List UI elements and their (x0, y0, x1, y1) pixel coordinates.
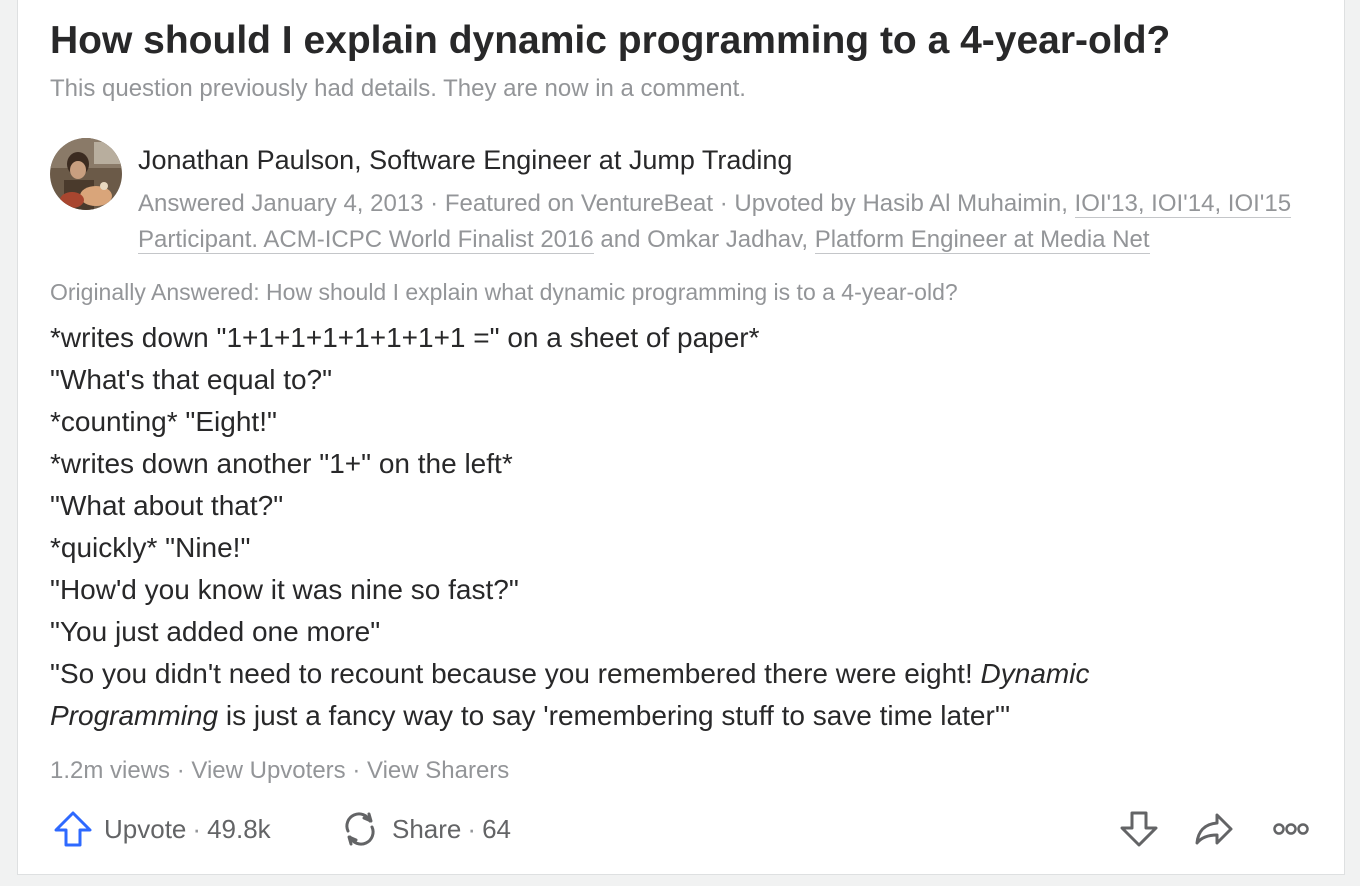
view-sharers-link[interactable]: View Sharers (367, 757, 509, 784)
answer-stats: 1.2m views · View Upvoters · View Sharer… (50, 754, 509, 788)
author-avatar[interactable] (50, 138, 122, 210)
question-title[interactable]: How should I explain dynamic programming… (50, 16, 1170, 66)
upvote-button[interactable]: Upvote · 49.8k (52, 805, 271, 853)
upvote-label: Upvote (104, 813, 187, 844)
upvoted-by-text[interactable]: Upvoted by Hasib Al Muhaimin, (734, 190, 1074, 217)
answer-line: *writes down another "1+" on the left* (50, 448, 513, 479)
upvote-separator: · (192, 813, 202, 844)
views-count: 1.2m views (50, 757, 171, 784)
stats-separator: · (345, 757, 367, 784)
view-upvoters-link[interactable]: View Upvoters (191, 757, 345, 784)
answer-line: *counting* "Eight!" (50, 406, 277, 437)
answer-line: "You just added one more" (50, 616, 381, 647)
originally-answered-link[interactable]: Originally Answered: How should I explai… (50, 276, 958, 308)
upvoter-credential-link[interactable]: Platform Engineer at Media Net (814, 226, 1150, 254)
question-details-note: This question previously had details. Th… (50, 75, 746, 102)
answer-line: "How'd you know it was nine so fast?" (50, 574, 519, 605)
answer-card: How should I explain dynamic programming… (17, 0, 1345, 875)
share-button[interactable]: Share · 64 (340, 805, 511, 853)
share-cycle-icon (340, 809, 380, 849)
share-count: 64 (482, 813, 511, 844)
more-options-icon (1270, 819, 1312, 839)
author-name[interactable]: Jonathan Paulson, Software Engineer at J… (138, 143, 792, 177)
action-bar: Upvote · 49.8k Share · 64 (18, 805, 1346, 853)
stats-separator: · (170, 757, 192, 784)
featured-on[interactable]: Featured on VentureBeat (445, 190, 713, 217)
upvote-arrow-icon (52, 809, 94, 849)
answer-line: *writes down "1+1+1+1+1+1+1+1 =" on a sh… (50, 322, 760, 353)
upvote-count: 49.8k (207, 813, 271, 844)
answered-date[interactable]: Answered January 4, 2013 (138, 190, 424, 217)
share-separator: · (467, 813, 477, 844)
answer-body: *writes down "1+1+1+1+1+1+1+1 =" on a sh… (50, 317, 1150, 737)
more-options-button[interactable] (1269, 809, 1313, 849)
meta-separator: · (423, 190, 445, 217)
answer-line: "What's that equal to?" (50, 364, 333, 395)
answer-line: "So you didn't need to recount because y… (50, 653, 1150, 737)
upvoted-by-and-text[interactable]: and Omkar Jadhav, (594, 226, 815, 253)
forward-button[interactable] (1192, 809, 1236, 849)
answer-line: "What about that?" (50, 490, 284, 521)
answer-line-start: "So you didn't need to recount because y… (50, 658, 981, 689)
share-label: Share (392, 813, 462, 844)
answer-meta: Answered January 4, 2013 · Featured on V… (138, 186, 1298, 258)
forward-share-icon (1193, 809, 1235, 849)
downvote-button[interactable] (1117, 809, 1161, 849)
downvote-arrow-icon (1118, 809, 1160, 849)
answer-line: *quickly* "Nine!" (50, 532, 251, 563)
meta-separator: · (713, 190, 735, 217)
answer-line-end: is just a fancy way to say 'remembering … (218, 700, 1011, 731)
